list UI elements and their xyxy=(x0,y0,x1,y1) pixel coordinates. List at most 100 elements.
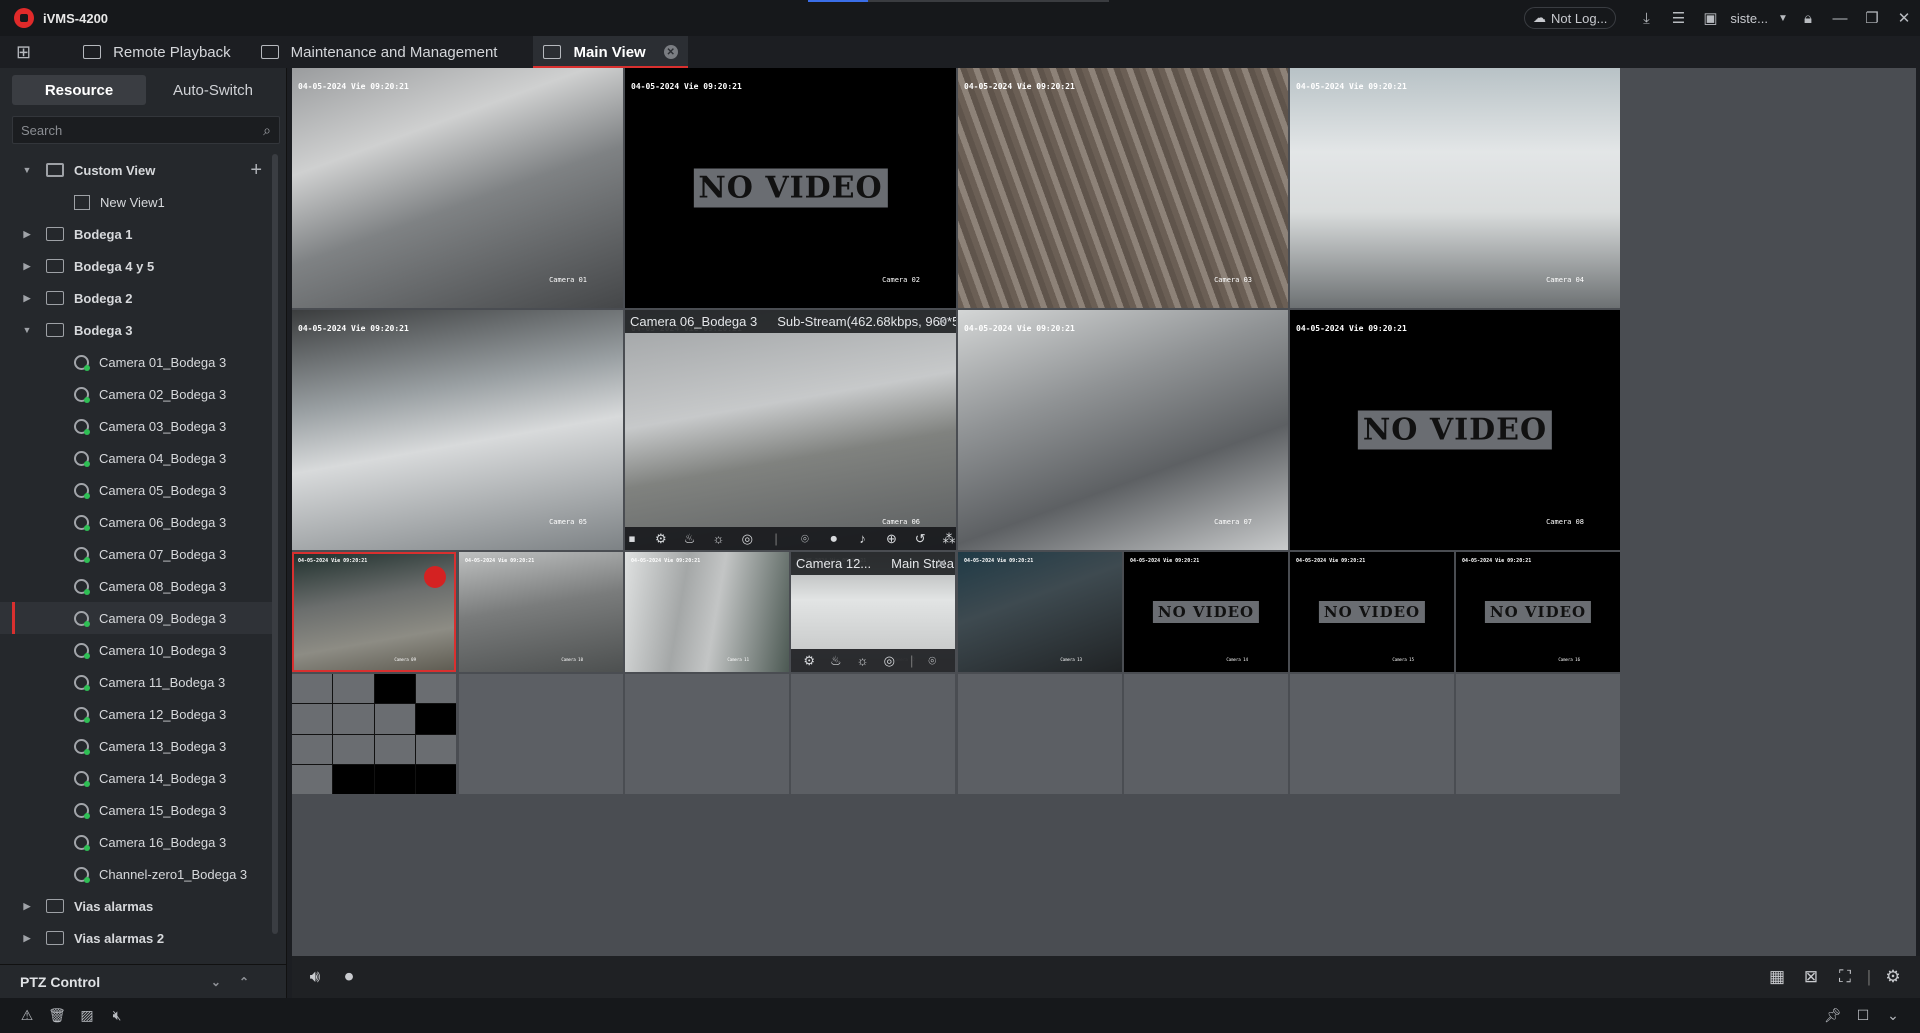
cell-close-icon[interactable]: ✕ xyxy=(937,314,948,330)
tree-item-camera[interactable]: Camera 04_Bodega 3 xyxy=(0,442,272,474)
empty-video-cell[interactable] xyxy=(459,674,623,794)
expanded-arrow-icon[interactable]: ▼ xyxy=(22,165,32,175)
record-all-icon[interactable]: ⏺︎ xyxy=(332,960,366,994)
video-cell[interactable]: 04-05-2024 Vie 09:20:21 Camera 07 xyxy=(958,310,1288,550)
tab-main-view[interactable]: Main View ✕ xyxy=(533,36,688,68)
tab-close-icon[interactable]: ✕ xyxy=(663,45,678,59)
tree-item-custom[interactable]: ▼ Custom View + xyxy=(0,154,272,186)
expanded-arrow-icon[interactable]: ▼ xyxy=(22,325,32,335)
picture-icon[interactable]: ▨ xyxy=(72,1001,102,1031)
chevron-icons[interactable]: ⌄⌃ xyxy=(211,975,267,989)
flame-icon[interactable]: ☼ xyxy=(712,531,726,546)
video-cell[interactable]: 04-05-2024 Vie 09:20:21Camera 12Camera 1… xyxy=(791,552,955,672)
empty-video-cell[interactable] xyxy=(1456,674,1620,794)
video-cell[interactable]: 04-05-2024 Vie 09:20:21 Camera 01 xyxy=(292,68,623,308)
image-icon[interactable]: ▣ xyxy=(1694,0,1726,36)
cloud-login-button[interactable]: ☁ Not Log... xyxy=(1524,7,1617,29)
channel-zero-cell[interactable] xyxy=(292,674,456,794)
empty-video-cell[interactable] xyxy=(958,674,1122,794)
ptz-icon[interactable]: ⚙ xyxy=(654,531,668,546)
tree-item-camera[interactable]: Camera 07_Bodega 3 xyxy=(0,538,272,570)
video-cell-no-signal[interactable]: 04-05-2024 Vie 09:20:21 NO VIDEO Camera 14 xyxy=(1124,552,1288,672)
minimize-icon[interactable]: — xyxy=(1824,0,1856,36)
more-icon[interactable]: ⁂ xyxy=(942,531,956,546)
zoom-icon[interactable]: ⊕ xyxy=(884,531,898,546)
close-all-icon[interactable]: ⊠ xyxy=(1794,960,1828,994)
empty-video-cell[interactable] xyxy=(1290,674,1454,794)
cell-close-icon[interactable]: ✕ xyxy=(936,556,947,572)
add-view-icon[interactable]: + xyxy=(250,159,262,182)
tree-item-camera[interactable]: Camera 12_Bodega 3 xyxy=(0,698,272,730)
tree-item-camera[interactable]: Camera 11_Bodega 3 xyxy=(0,666,272,698)
tree-item-view[interactable]: New View1 xyxy=(0,186,272,218)
tree-item-group[interactable]: ▶ Bodega 4 y 5 xyxy=(0,250,272,282)
tree-item-group[interactable]: ▼ Bodega 3 xyxy=(0,314,272,346)
window-icon[interactable]: ☐ xyxy=(1848,1001,1878,1031)
segment-resource[interactable]: Resource xyxy=(12,75,146,105)
fire-icon[interactable]: ♨ xyxy=(683,531,697,546)
video-cell[interactable]: 04-05-2024 Vie 09:20:21 Camera 11 xyxy=(625,552,789,672)
chevron-down-icon[interactable]: ▼ xyxy=(1774,0,1792,36)
tree-item-camera[interactable]: Camera 10_Bodega 3 xyxy=(0,634,272,666)
video-cell-no-signal[interactable]: 04-05-2024 Vie 09:20:21 NO VIDEO Camera 15 xyxy=(1290,552,1454,672)
delete-icon[interactable]: 🗑︎ xyxy=(42,1001,72,1031)
video-cell[interactable]: 04-05-2024 Vie 09:20:21Camera 06Camera 0… xyxy=(625,310,956,550)
tree-item-group[interactable]: ▶ Vias alarmas xyxy=(0,890,272,922)
capture-icon[interactable]: ⌾ xyxy=(798,531,812,546)
tab-remote-playback[interactable]: Remote Playback xyxy=(47,36,261,68)
empty-video-cell[interactable] xyxy=(1124,674,1288,794)
restore-icon[interactable]: ❐ xyxy=(1856,0,1888,36)
tree-item-camera[interactable]: Channel-zero1_Bodega 3 xyxy=(0,858,272,890)
more-icon[interactable]: ⋮ xyxy=(951,653,955,668)
tree-item-camera[interactable]: Camera 03_Bodega 3 xyxy=(0,410,272,442)
tree-item-camera[interactable]: Camera 16_Bodega 3 xyxy=(0,826,272,858)
empty-video-cell[interactable] xyxy=(791,674,955,794)
collapsed-arrow-icon[interactable]: ▶ xyxy=(22,933,32,944)
empty-video-cell[interactable] xyxy=(625,674,789,794)
video-cell[interactable]: 04-05-2024 Vie 09:20:21 Camera 04 xyxy=(1290,68,1620,308)
settings-icon[interactable]: ⚙ xyxy=(1876,960,1910,994)
search-input[interactable] xyxy=(21,122,241,138)
tree-item-camera[interactable]: Camera 08_Bodega 3 xyxy=(0,570,272,602)
tree-item-group[interactable]: ▶ Bodega 2 xyxy=(0,282,272,314)
collapsed-arrow-icon[interactable]: ▶ xyxy=(22,229,32,240)
tree-scrollbar[interactable] xyxy=(272,154,278,934)
segment-auto-switch[interactable]: Auto-Switch xyxy=(146,75,280,105)
tree-item-camera[interactable]: Camera 13_Bodega 3 xyxy=(0,730,272,762)
capture-icon[interactable]: ⌾ xyxy=(928,653,936,668)
ptz-control-bar[interactable]: PTZ Control ⌄⌃ xyxy=(0,964,287,998)
lock-icon[interactable]: 🔒︎ xyxy=(1792,0,1824,36)
collapsed-arrow-icon[interactable]: ▶ xyxy=(22,261,32,272)
search-icon[interactable]: ⌕ xyxy=(263,122,271,139)
instant-playback-icon[interactable]: ↺ xyxy=(913,531,927,546)
close-icon[interactable]: ✕ xyxy=(1888,0,1920,36)
playback-icon[interactable]: ◎ xyxy=(884,653,895,668)
list-icon[interactable]: ☰ xyxy=(1662,0,1694,36)
video-cell-no-signal[interactable]: 04-05-2024 Vie 09:20:21 NO VIDEO Camera 16 xyxy=(1456,552,1620,672)
ptz-icon[interactable]: ⚙ xyxy=(803,653,815,668)
fire-icon[interactable]: ♨ xyxy=(830,653,842,668)
record-icon[interactable]: ⏺ xyxy=(827,531,841,546)
download-icon[interactable]: ⤓ xyxy=(1630,0,1662,36)
tree-item-camera[interactable]: Camera 05_Bodega 3 xyxy=(0,474,272,506)
collapse-icon[interactable]: ⌄ xyxy=(1878,1001,1908,1031)
tree-item-camera[interactable]: Camera 15_Bodega 3 xyxy=(0,794,272,826)
layout-icon[interactable]: ▦ xyxy=(1760,960,1794,994)
tree-item-camera[interactable]: Camera 14_Bodega 3 xyxy=(0,762,272,794)
tree-item-group[interactable]: ▶ Bodega 1 xyxy=(0,218,272,250)
volume-icon[interactable]: 🔊︎ xyxy=(298,960,332,994)
alarm-icon[interactable]: ⚠ xyxy=(12,1001,42,1031)
tab-maintenance[interactable]: Maintenance and Management xyxy=(260,36,534,68)
tree-item-camera[interactable]: Camera 02_Bodega 3 xyxy=(0,378,272,410)
tree-item-camera[interactable]: Camera 01_Bodega 3 xyxy=(0,346,272,378)
tree-item-camera[interactable]: Camera 09_Bodega 3 xyxy=(0,602,272,634)
system-menu-label[interactable]: siste... xyxy=(1730,11,1768,26)
video-cell-no-signal[interactable]: 04-05-2024 Vie 09:20:21 NO VIDEO Camera 02 xyxy=(625,68,956,308)
pin-icon[interactable]: 📌︎ xyxy=(1818,1001,1848,1031)
tree-item-camera[interactable]: Camera 06_Bodega 3 xyxy=(0,506,272,538)
stop-icon[interactable]: ⏹ xyxy=(625,531,639,546)
module-menu-button[interactable]: ⊞ xyxy=(0,36,47,68)
flame-icon[interactable]: ☼ xyxy=(857,653,869,668)
mic-icon[interactable]: ♪ xyxy=(856,531,870,546)
video-cell[interactable]: 04-05-2024 Vie 09:20:21 Camera 13 xyxy=(958,552,1122,672)
